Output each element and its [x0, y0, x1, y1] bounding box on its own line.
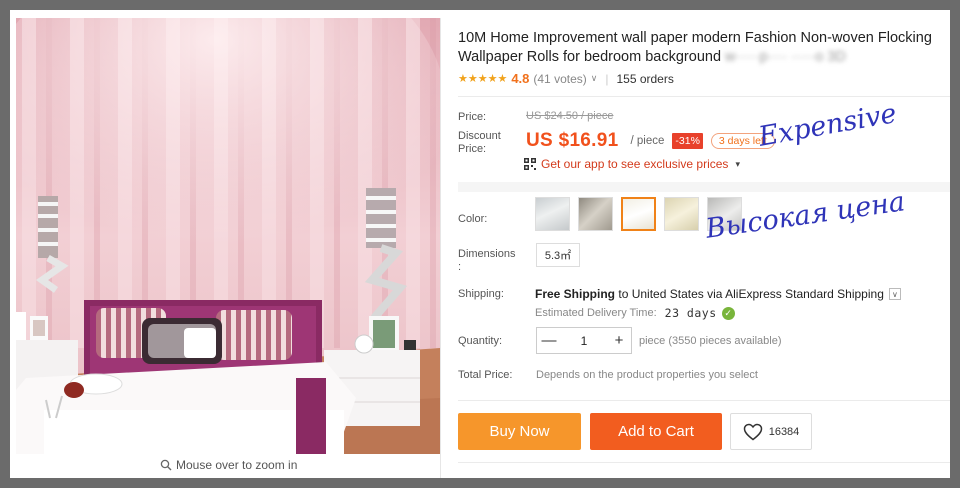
dimensions-label-line1: Dimensions: [458, 248, 516, 260]
price-row: US $16.91 / piece -31% 3 days left: [526, 130, 775, 152]
product-image[interactable]: [16, 18, 440, 454]
divider: [458, 400, 950, 401]
quantity-stepper: — 1 +: [536, 327, 632, 354]
app-promo-link[interactable]: Get our app to see exclusive prices ▾: [524, 157, 740, 171]
per-unit: / piece: [630, 135, 665, 147]
shipping-label: Shipping:: [458, 288, 504, 300]
discount-badge: -31%: [672, 133, 703, 149]
star-rating-icon: ★★★★★: [458, 73, 508, 85]
original-price: US $24.50 / piece: [526, 110, 614, 122]
zoom-hint-text: Mouse over to zoom in: [176, 458, 298, 472]
dimension-option[interactable]: 5.3㎡: [536, 243, 580, 267]
quantity-availability: piece (3550 pieces available): [639, 335, 782, 347]
total-price-note: Depends on the product properties you se…: [536, 369, 758, 381]
separator: |: [605, 71, 609, 86]
quantity-label: Quantity:: [458, 335, 503, 347]
product-info: 10M Home Improvement wall paper modern F…: [458, 10, 950, 478]
shipping-destination: United States via AliExpress Standard Sh…: [631, 287, 884, 301]
price-label: Price:: [458, 111, 487, 123]
divider: [458, 462, 950, 463]
current-price: US $16.91: [526, 130, 619, 151]
total-price-label: Total Price:: [458, 369, 513, 381]
rating-value: 4.8: [511, 71, 530, 86]
caret-down-icon: ▾: [735, 158, 740, 169]
decrease-button[interactable]: —: [537, 328, 561, 353]
votes-count[interactable]: (41 votes): [533, 72, 586, 86]
discount-label-line1: Discount: [458, 130, 501, 142]
chevron-down-icon[interactable]: ∨: [888, 288, 901, 300]
add-to-cart-button[interactable]: Add to Cart: [590, 413, 722, 450]
vertical-divider: [440, 18, 441, 478]
discount-label-line2: Price:: [458, 143, 487, 155]
delivery-days: 23 days: [664, 306, 717, 320]
dimensions-label: Dimensions :: [458, 248, 515, 274]
divider: [458, 96, 950, 97]
product-title-line2: Wallpaper Rolls for bedroom background: [458, 49, 722, 65]
increase-button[interactable]: +: [607, 328, 631, 353]
wishlist-button[interactable]: 16384: [730, 413, 812, 450]
color-swatch-2[interactable]: [578, 197, 613, 231]
color-label: Color:: [458, 213, 488, 225]
color-swatch-1[interactable]: [535, 197, 570, 231]
product-title-blurred: w·····p···· ·····o 3D: [725, 49, 846, 65]
shipping-method[interactable]: Free Shipping to United States via AliEx…: [535, 287, 901, 301]
wishlist-count: 16384: [768, 425, 800, 438]
rating-row: ★★★★★ 4.8 (41 votes) ∨ | 155 orders: [458, 71, 674, 86]
bedroom-photo: [16, 18, 440, 454]
delivery-label: Estimated Delivery Time:: [535, 307, 657, 319]
orders-count: 155 orders: [616, 71, 674, 86]
chevron-down-icon[interactable]: ∨: [591, 73, 598, 84]
color-swatch-3-selected[interactable]: [621, 197, 656, 231]
heart-icon: [743, 423, 762, 440]
shipping-to: to: [618, 287, 629, 301]
product-page: Mouse over to zoom in 10M Home Improveme…: [10, 10, 950, 478]
buy-now-button[interactable]: Buy Now: [458, 413, 581, 450]
delivery-estimate: Estimated Delivery Time: 23 days ✓: [535, 306, 735, 320]
product-title-line1: 10M Home Improvement wall paper modern F…: [458, 30, 932, 46]
magnifier-icon: [160, 459, 172, 471]
quantity-input[interactable]: 1: [561, 334, 607, 348]
free-shipping: Free Shipping: [535, 287, 616, 301]
app-promo-text: Get our app to see exclusive prices: [541, 157, 729, 171]
discount-price-label: Discount Price:: [458, 130, 501, 156]
zoom-hint: Mouse over to zoom in: [160, 458, 297, 472]
dimensions-label-line2: :: [458, 261, 462, 273]
check-icon: ✓: [721, 306, 735, 320]
product-title: 10M Home Improvement wall paper modern F…: [458, 29, 938, 67]
color-swatch-4[interactable]: [664, 197, 699, 231]
qr-code-icon: [524, 158, 536, 170]
